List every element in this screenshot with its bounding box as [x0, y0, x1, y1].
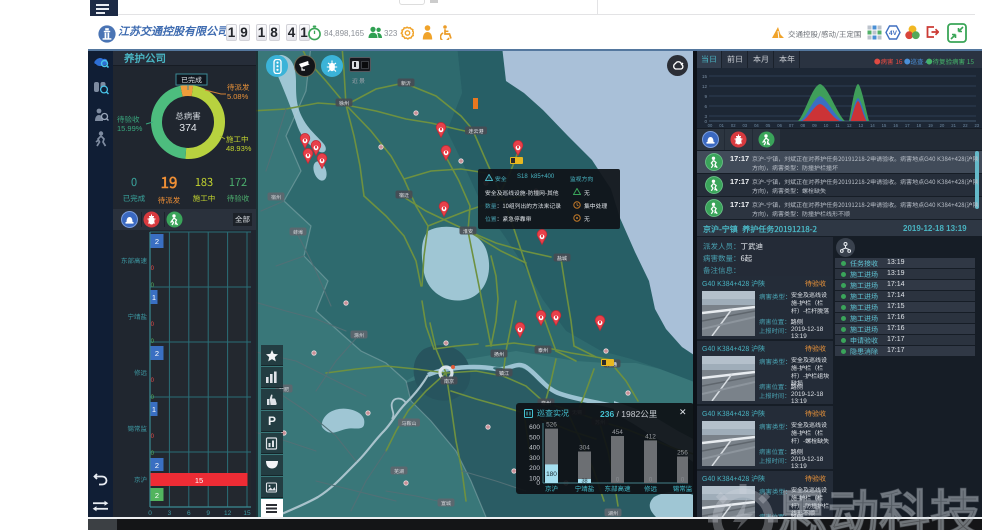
svg-text:泰州: 泰州: [538, 347, 548, 354]
svg-text:1: 1: [152, 293, 156, 302]
svg-text:01: 01: [719, 123, 724, 128]
svg-text:修远: 修远: [644, 483, 658, 493]
svg-text:2: 2: [155, 461, 159, 470]
svg-text:11: 11: [835, 123, 840, 128]
svg-text:21: 21: [951, 123, 956, 128]
svg-text:马鞍山: 马鞍山: [401, 420, 416, 427]
svg-text:400: 400: [529, 445, 540, 452]
svg-text:南京: 南京: [444, 378, 454, 385]
svg-text:9: 9: [206, 510, 210, 517]
svg-text:300: 300: [529, 455, 540, 462]
svg-text:19: 19: [928, 123, 933, 128]
svg-text:14: 14: [870, 123, 875, 128]
svg-text:宁靖盐: 宁靖盐: [575, 483, 595, 493]
svg-text:304: 304: [579, 445, 590, 452]
svg-text:03: 03: [742, 123, 747, 128]
svg-text:6: 6: [187, 510, 191, 517]
svg-text:04: 04: [754, 123, 759, 128]
svg-text:宁靖盐: 宁靖盐: [128, 311, 148, 321]
svg-text:连云港: 连云港: [468, 128, 483, 135]
svg-text:12: 12: [224, 510, 232, 517]
svg-text:湖州: 湖州: [608, 510, 618, 517]
svg-text:526: 526: [546, 422, 557, 429]
svg-text:新沂: 新沂: [401, 80, 411, 87]
svg-text:锡常监: 锡常监: [673, 483, 693, 493]
svg-text:总病害: 总病害: [175, 110, 201, 122]
svg-text:3: 3: [168, 510, 172, 517]
svg-text:4V: 4V: [889, 30, 898, 37]
svg-text:东部高速: 东部高速: [605, 483, 632, 493]
svg-text:22: 22: [963, 123, 968, 128]
svg-text:15: 15: [882, 123, 887, 128]
svg-text:盐城: 盐城: [557, 255, 567, 262]
svg-text:镇江: 镇江: [499, 370, 509, 377]
svg-text:02: 02: [731, 123, 736, 128]
svg-text:15: 15: [195, 476, 203, 485]
svg-text:徐州: 徐州: [339, 100, 349, 107]
svg-text:18: 18: [916, 123, 921, 128]
svg-text:淮安: 淮安: [463, 228, 473, 235]
svg-text:07: 07: [789, 123, 794, 128]
svg-text:蚌埠: 蚌埠: [293, 229, 303, 236]
svg-text:2: 2: [155, 237, 159, 246]
svg-text:12: 12: [847, 123, 852, 128]
svg-text:48.93%: 48.93%: [226, 144, 252, 153]
svg-text:16: 16: [893, 123, 898, 128]
svg-text:修远: 修远: [134, 367, 148, 377]
svg-text:锡常监: 锡常监: [128, 423, 148, 433]
svg-text:374: 374: [179, 122, 197, 134]
svg-text:20: 20: [940, 123, 945, 128]
svg-text:2: 2: [155, 491, 159, 500]
svg-text:0: 0: [148, 510, 152, 517]
svg-text:芜湖: 芜湖: [394, 468, 404, 475]
svg-text:10: 10: [824, 123, 829, 128]
svg-text:180: 180: [546, 471, 557, 478]
svg-text:5.08%: 5.08%: [227, 92, 249, 101]
svg-text:06: 06: [777, 123, 782, 128]
svg-text:0: 0: [536, 480, 540, 487]
svg-text:15: 15: [702, 74, 708, 79]
svg-text:宣城: 宣城: [441, 500, 451, 507]
svg-text:扬州: 扬州: [494, 351, 504, 358]
svg-text:454: 454: [612, 429, 623, 436]
svg-text:15: 15: [243, 510, 251, 517]
svg-text:600: 600: [529, 424, 540, 431]
svg-text:!: !: [488, 176, 489, 181]
svg-text:200: 200: [529, 465, 540, 472]
svg-text:09: 09: [812, 123, 817, 128]
svg-text:00: 00: [708, 123, 713, 128]
svg-text:15.99%: 15.99%: [117, 124, 143, 133]
svg-text:256: 256: [677, 450, 688, 457]
svg-text:05: 05: [766, 123, 771, 128]
svg-text:京沪: 京沪: [134, 474, 147, 484]
svg-text:已完成: 已完成: [181, 76, 202, 86]
svg-text:2: 2: [155, 349, 159, 358]
svg-text:京沪: 京沪: [545, 483, 558, 493]
svg-text:08: 08: [800, 123, 805, 128]
svg-text:12: 12: [702, 84, 708, 89]
svg-text:滁州: 滁州: [354, 332, 364, 339]
svg-text:412: 412: [645, 433, 656, 440]
svg-text:500: 500: [529, 434, 540, 441]
svg-text:宿州: 宿州: [271, 194, 281, 201]
svg-text:23: 23: [974, 123, 979, 128]
svg-text:宿迁: 宿迁: [399, 192, 409, 199]
svg-text:17: 17: [905, 123, 910, 128]
svg-text:13: 13: [858, 123, 863, 128]
svg-text:1: 1: [152, 405, 156, 414]
svg-text:东部高速: 东部高速: [121, 255, 148, 265]
